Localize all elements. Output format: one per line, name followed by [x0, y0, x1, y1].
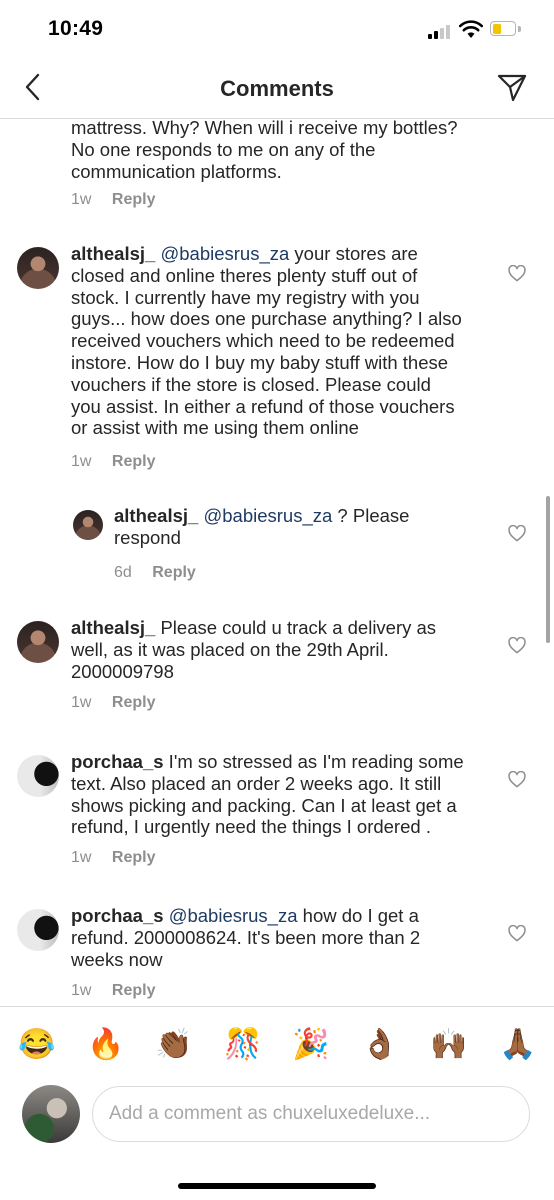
emoji-confetti-ball-button[interactable]: 🎊 [224, 1027, 261, 1063]
comment-meta: 6d Reply [114, 564, 196, 582]
page-title: Comments [220, 76, 334, 101]
comment-text-line: ? Please [332, 505, 410, 526]
like-heart-icon[interactable] [508, 265, 526, 282]
emoji-ok-hand-button[interactable]: 👌🏾 [361, 1027, 398, 1063]
comment-meta: 1w Reply [71, 982, 155, 1000]
like-heart-icon[interactable] [508, 771, 526, 788]
comment-username[interactable]: porchaa_s [71, 905, 164, 926]
status-bar: 10:49 [0, 0, 554, 58]
comment-text-line: No one responds to me on any of the [71, 138, 376, 160]
comment-text: althealsj_ @babiesrus_za ? Please respon… [114, 505, 494, 549]
comment-text-line: refund. 2000008624. It's been more than … [71, 926, 421, 948]
reply-button[interactable]: Reply [112, 982, 156, 999]
comment-text-line: or assist with me using them online [71, 417, 359, 439]
comment-item: mattress. Why? When will i receive my bo… [0, 119, 554, 219]
reply-button[interactable]: Reply [112, 849, 156, 866]
comment-text: porchaa_s I'm so stressed as I'm reading… [71, 751, 501, 838]
comment-age: 1w [71, 191, 92, 208]
emoji-fire-button[interactable]: 🔥 [87, 1027, 124, 1063]
comment-meta: 1w Reply [71, 849, 155, 867]
comment-item: althealsj_ @babiesrus_za your stores are… [0, 243, 554, 473]
comment-text-line: text. Also placed an order 2 weeks ago. … [71, 772, 442, 794]
comment-text-line: Please could u track a delivery as [155, 617, 437, 638]
reply-comment-item: althealsj_ @babiesrus_za ? Please respon… [0, 505, 554, 585]
avatar[interactable] [17, 621, 59, 663]
emoji-party-popper-button[interactable]: 🎉 [292, 1027, 329, 1063]
comment-text-line: your stores are [289, 243, 418, 264]
comment-item: althealsj_ Please could u track a delive… [0, 617, 554, 727]
cellular-signal-icon [428, 23, 452, 39]
direct-send-icon[interactable] [496, 71, 528, 103]
comment-text-line: how do I get a [297, 905, 419, 926]
comment-age: 1w [71, 453, 92, 470]
comment-text-line: vouchers if the store is closed. Please … [71, 373, 431, 395]
comment-meta: 1w Reply [71, 191, 155, 209]
comment-composer: Add a comment as chuxeluxedeluxe... [0, 1080, 554, 1160]
comment-text-line: stock. I currently have my registry with… [71, 286, 420, 308]
comment-text-line: you assist. In either a refund of those … [71, 395, 455, 417]
comment-mention[interactable]: @babiesrus_za [169, 905, 298, 926]
status-time: 10:49 [48, 17, 104, 40]
comment-mention[interactable]: @babiesrus_za [203, 505, 332, 526]
comment-text-line: mattress. Why? When will i receive my bo… [71, 119, 458, 138]
reply-button[interactable]: Reply [112, 694, 156, 711]
avatar[interactable] [17, 909, 59, 951]
comment-item: porchaa_s @babiesrus_za how do I get a r… [0, 905, 554, 1006]
comment-age: 1w [71, 849, 92, 866]
comment-input[interactable]: Add a comment as chuxeluxedeluxe... [92, 1086, 530, 1142]
comment-text-line: 2000009798 [71, 660, 174, 682]
comment-text-line: guys... how does one purchase anything? … [71, 308, 462, 330]
comment-username[interactable]: althealsj_ [71, 617, 155, 638]
comment-text-line: I'm so stressed as I'm reading some [163, 751, 464, 772]
comment-text: althealsj_ Please could u track a delive… [71, 617, 501, 682]
comment-text-line: received vouchers which need to be redee… [71, 330, 455, 352]
comment-text: mattress. Why? When will i receive my bo… [71, 119, 531, 182]
home-indicator[interactable] [178, 1183, 376, 1189]
comment-text-line: refund, I urgently need the things I ord… [71, 816, 431, 838]
emoji-folded-hands-button[interactable]: 🙏🏾 [499, 1027, 536, 1063]
comment-text-line: well, as it was placed on the 29th April… [71, 638, 389, 660]
comment-age: 6d [114, 564, 132, 581]
avatar[interactable] [17, 247, 59, 289]
comment-text-line: shows picking and packing. Can I at leas… [71, 794, 457, 816]
reply-button[interactable]: Reply [152, 564, 196, 581]
like-heart-icon[interactable] [508, 637, 526, 654]
like-heart-icon[interactable] [508, 925, 526, 942]
emoji-raising-hands-button[interactable]: 🙌🏾 [430, 1027, 467, 1063]
like-heart-icon[interactable] [508, 525, 526, 542]
reply-button[interactable]: Reply [112, 453, 156, 470]
navigation-bar: Comments [0, 58, 554, 119]
emoji-tears-of-joy-button[interactable]: 😂 [18, 1027, 55, 1063]
emoji-clapping-button[interactable]: 👏🏾 [155, 1027, 192, 1063]
comment-username[interactable]: porchaa_s [71, 751, 164, 772]
avatar[interactable] [73, 510, 103, 540]
comments-list[interactable]: mattress. Why? When will i receive my bo… [0, 119, 554, 1006]
current-user-avatar [22, 1085, 80, 1143]
comment-input-placeholder: Add a comment as chuxeluxedeluxe... [109, 1103, 431, 1124]
comment-username[interactable]: althealsj_ [71, 243, 155, 264]
battery-icon [490, 21, 521, 37]
wifi-icon [459, 20, 483, 38]
avatar[interactable] [17, 755, 59, 797]
comment-age: 1w [71, 982, 92, 999]
comment-item: porchaa_s I'm so stressed as I'm reading… [0, 751, 554, 881]
comment-meta: 1w Reply [71, 453, 155, 471]
emoji-quick-bar: 😂 🔥 👏🏾 🎊 🎉 👌🏾 🙌🏾 🙏🏾 [0, 1006, 554, 1075]
comment-text-line: instore. How do I buy my baby stuff with… [71, 351, 449, 373]
reply-button[interactable]: Reply [112, 191, 156, 208]
scrollbar-thumb[interactable] [546, 496, 550, 643]
comment-text-line: closed and online theres plenty stuff ou… [71, 264, 418, 286]
comment-text: porchaa_s @babiesrus_za how do I get a r… [71, 905, 501, 970]
comment-text-line: weeks now [71, 948, 163, 970]
comment-age: 1w [71, 694, 92, 711]
comment-text-line: communication platforms. [71, 160, 282, 182]
comment-text-line: respond [114, 526, 181, 548]
comment-text: althealsj_ @babiesrus_za your stores are… [71, 243, 501, 439]
comment-mention[interactable]: @babiesrus_za [160, 243, 289, 264]
comment-meta: 1w Reply [71, 694, 155, 712]
comment-username[interactable]: althealsj_ [114, 505, 198, 526]
